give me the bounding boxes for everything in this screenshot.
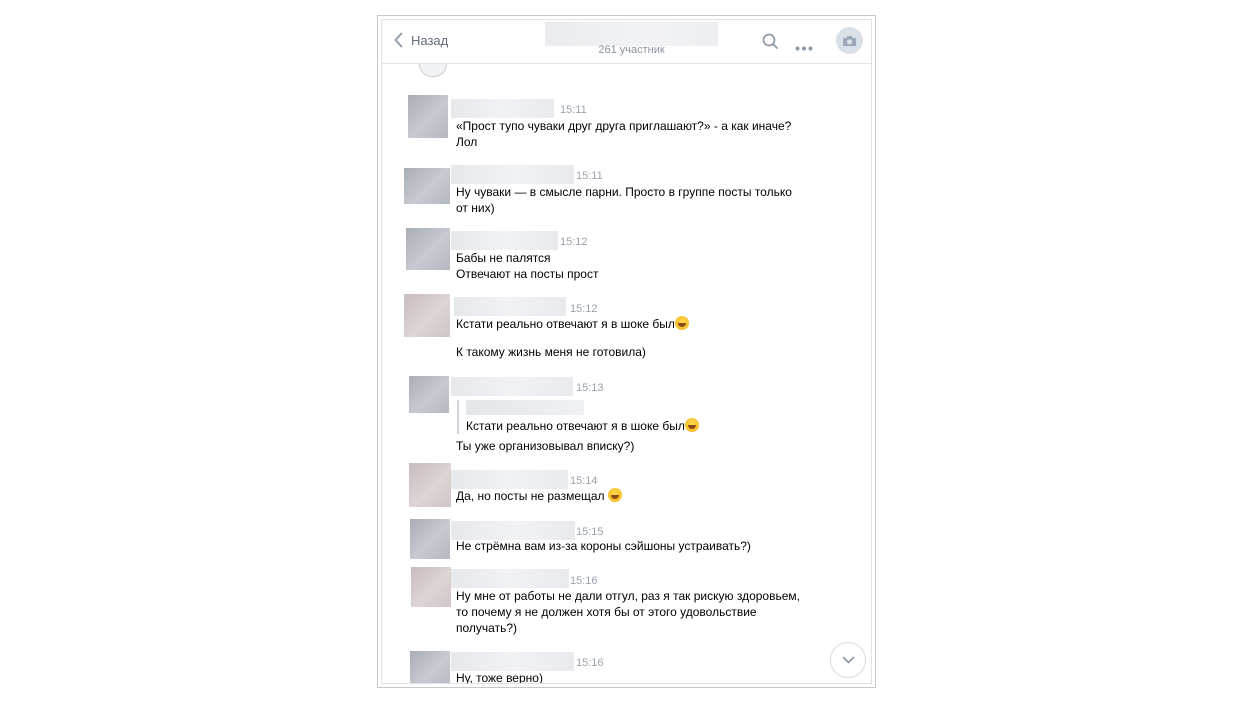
message-time: 15:12 [560,236,588,248]
avatar[interactable] [409,376,449,413]
back-button[interactable]: Назад [394,32,448,48]
author-name-redacted[interactable] [451,99,554,118]
author-name-redacted[interactable] [454,297,566,316]
grinning-face-emoji [607,488,622,502]
camera-icon [843,35,856,46]
message-text: Кстати реально отвечают я в шоке был [456,316,806,332]
quoted-author-redacted [466,400,584,415]
avatar[interactable] [406,228,450,270]
back-label: Назад [411,32,449,48]
avatar[interactable] [404,294,450,337]
author-name-redacted[interactable] [451,652,574,671]
chat-avatar[interactable] [836,27,863,54]
more-horizontal-icon [795,46,813,51]
author-name-redacted[interactable] [451,165,574,184]
message-text: Ну, тоже верно) [456,671,543,684]
avatar[interactable] [411,567,451,607]
search-button[interactable] [762,33,779,55]
members-count[interactable]: 261 участник [545,44,718,56]
message-text: Да, но посты не размещал [456,488,806,504]
author-name-redacted[interactable] [451,231,558,250]
more-button[interactable] [795,38,813,56]
message-text: Ну мне от работы не дали отгул, раз я та… [456,589,800,635]
message-text-continued: К такому жизнь меня не готовила) [456,345,646,359]
message-text: Ты уже организовывал вписку?) [456,439,635,453]
author-name-redacted[interactable] [451,569,569,588]
message-feed: 15:11 «Прост тупо чуваки друг друга приг… [382,64,871,683]
message-time: 15:14 [570,475,598,487]
scroll-down-button[interactable] [830,642,866,678]
message-time: 15:12 [570,303,598,315]
message-text: Бабы не палятся Отвечают на посты прост [456,251,599,281]
message-time: 15:16 [576,657,604,669]
message-text-line: Кстати реально отвечают я в шоке был [456,317,675,331]
author-name-redacted[interactable] [451,470,568,489]
quoted-text-line: Кстати реально отвечают я в шоке был [466,419,685,433]
avatar[interactable] [408,95,448,138]
chevron-down-icon [842,656,854,664]
partial-avatar [419,64,447,77]
grinning-face-emoji [684,418,699,432]
quoted-text: Кстати реально отвечают я в шоке был [466,418,699,434]
quoted-message[interactable]: Кстати реально отвечают я в шоке был [457,400,699,434]
message-text: Ну чуваки — в смысле парни. Просто в гру… [456,185,792,215]
avatar[interactable] [410,651,450,683]
message-text: Не стрёмна вам из-за короны сэйшоны устр… [456,539,751,553]
chat-header: Назад 261 участник [382,20,871,64]
chat-title-redacted [545,22,718,46]
chat-panel: Назад 261 участник 15:11 «Прост тупо чув… [381,19,872,684]
message-text: «Прост тупо чуваки друг друга приглашают… [456,119,792,149]
message-time: 15:11 [576,170,603,182]
message-time: 15:13 [576,382,604,394]
message-text-line: Да, но посты не размещал [456,489,608,503]
author-name-redacted[interactable] [451,377,573,396]
chat-window: Назад 261 участник 15:11 «Прост тупо чув… [377,15,876,688]
chevron-left-icon [394,32,403,48]
avatar[interactable] [409,463,451,507]
avatar[interactable] [410,519,450,559]
message-time: 15:15 [576,526,604,538]
search-icon [762,33,778,49]
grinning-face-emoji [674,316,689,330]
message-time: 15:16 [570,575,598,587]
message-time: 15:11 [560,104,587,116]
avatar[interactable] [404,168,450,204]
